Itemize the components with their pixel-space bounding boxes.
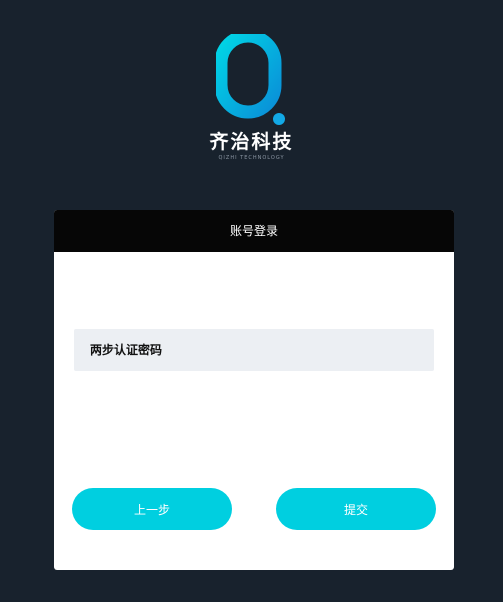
brand-name: 齐治科技 bbox=[209, 131, 294, 153]
login-card: 账号登录 两步认证密码 上一步 提交 bbox=[54, 210, 454, 570]
brand-subtitle: QIZHI TECHNOLOGY bbox=[218, 155, 285, 161]
submit-button[interactable]: 提交 bbox=[276, 488, 436, 530]
two-step-password-field[interactable]: 两步认证密码 bbox=[74, 329, 434, 371]
login-page: 齐治科技 QIZHI TECHNOLOGY 账号登录 两步认证密码 上一步 提交 bbox=[0, 0, 503, 602]
card-title: 账号登录 bbox=[54, 210, 454, 252]
previous-step-button[interactable]: 上一步 bbox=[72, 488, 232, 530]
brand-logo: 齐治科技 QIZHI TECHNOLOGY bbox=[0, 34, 503, 162]
q-letter-logo-icon bbox=[215, 34, 285, 125]
